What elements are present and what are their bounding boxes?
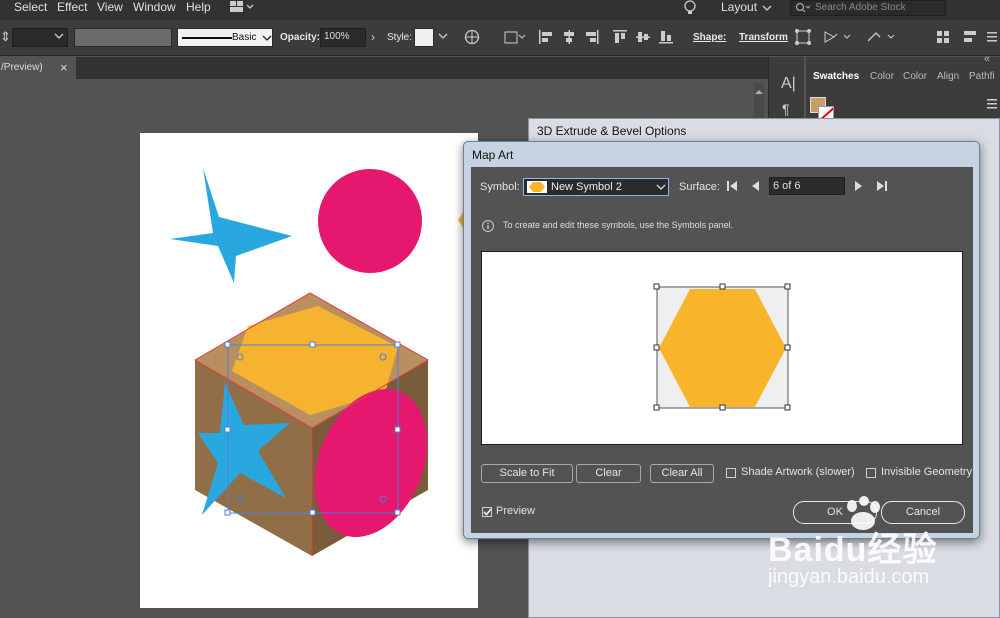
align-middle-icon[interactable] <box>635 29 651 48</box>
distribute-icon[interactable] <box>962 29 978 48</box>
surface-preview[interactable] <box>481 251 963 445</box>
circle-shape[interactable] <box>318 169 422 273</box>
brush-style-label: Basic <box>232 32 257 43</box>
document-tab-bar: /Preview) × <box>0 57 768 79</box>
tab-color-guide[interactable]: Color <box>903 69 927 89</box>
align-top-icon[interactable] <box>612 29 628 48</box>
search-stock-field[interactable]: Search Adobe Stock <box>790 0 946 16</box>
variable-width-profile[interactable] <box>74 28 172 47</box>
next-surface-icon[interactable] <box>853 180 863 195</box>
map-art-body: Symbol: New Symbol 2 Surface: 6 of 6 To … <box>471 167 973 533</box>
symbol-value: New Symbol 2 <box>551 181 622 193</box>
symbol-dropdown[interactable]: New Symbol 2 <box>523 178 669 196</box>
search-placeholder: Search Adobe Stock <box>815 2 906 13</box>
arrange-icon[interactable] <box>935 29 951 48</box>
workspace-switcher-icon[interactable] <box>230 1 254 12</box>
menu-bar: Select Effect View Window Help Layout Se… <box>0 0 1000 20</box>
last-surface-icon[interactable] <box>876 180 888 195</box>
chevron-down-icon <box>54 29 64 48</box>
character-panel-icon[interactable]: A| <box>781 75 796 93</box>
puppet-warp-icon[interactable] <box>822 29 854 48</box>
previous-surface-icon[interactable] <box>751 180 761 195</box>
stroke-weight-field[interactable] <box>12 28 68 47</box>
recolor-artwork-icon[interactable] <box>464 29 480 48</box>
panel-menu-icon[interactable] <box>986 97 998 114</box>
symbol-label: Symbol: <box>480 181 520 193</box>
reference-point-icon[interactable] <box>502 29 528 48</box>
preview-checkbox[interactable] <box>482 507 492 517</box>
search-icon <box>795 2 811 17</box>
info-text: To create and edit these symbols, use th… <box>503 220 734 230</box>
close-icon[interactable]: × <box>60 57 68 78</box>
menu-window[interactable]: Window <box>133 0 176 20</box>
document-tab-title: /Preview) <box>1 62 43 73</box>
symbol-thumbnail-icon <box>527 181 547 196</box>
first-surface-icon[interactable] <box>726 180 738 195</box>
collapse-panels-icon[interactable]: « <box>984 53 990 65</box>
scale-to-fit-button[interactable]: Scale to Fit <box>481 464 573 483</box>
map-art-title: Map Art <box>472 148 514 162</box>
menu-view[interactable]: View <box>97 0 123 20</box>
info-icon <box>481 219 495 236</box>
chevron-down-icon <box>762 3 772 15</box>
style-label: Style: <box>387 32 413 43</box>
invisible-geometry-checkbox[interactable] <box>866 468 876 478</box>
watermark-url: jingyan.baidu.com <box>768 566 930 588</box>
surface-field[interactable]: 6 of 6 <box>769 177 845 195</box>
shade-artwork-checkbox[interactable] <box>726 468 736 478</box>
stepper-icon[interactable]: ⇕ <box>0 29 11 45</box>
align-left-icon[interactable] <box>538 29 554 48</box>
opacity-field[interactable]: 100% <box>320 28 366 47</box>
preview-label: Preview <box>496 505 536 517</box>
tab-pathfinder[interactable]: Pathfi <box>969 69 995 89</box>
clear-button[interactable]: Clear <box>576 464 641 483</box>
isolate-object-icon[interactable] <box>794 28 812 49</box>
chevron-down-icon[interactable] <box>438 31 448 44</box>
transform-link[interactable]: Transform <box>739 32 788 43</box>
lightbulb-icon[interactable] <box>683 0 697 19</box>
watermark-brand: Baidu经验 <box>768 531 938 569</box>
tab-color[interactable]: Color <box>870 69 894 89</box>
clear-all-button[interactable]: Clear All <box>650 464 714 483</box>
graphic-style-swatch[interactable] <box>414 28 434 47</box>
extrude-bevel-title: 3D Extrude & Bevel Options <box>537 124 687 138</box>
shade-artwork-label: Shade Artwork (slower) <box>741 466 855 478</box>
layout-menu[interactable]: Layout <box>721 0 757 20</box>
star-shape[interactable] <box>170 168 292 283</box>
menu-select[interactable]: Select <box>14 0 47 20</box>
map-art-dialog: Map Art Symbol: New Symbol 2 Surface: 6 … <box>463 141 980 539</box>
control-bar: ⇕ Basic Opacity: 100% › Style: Shape: Tr… <box>0 20 1000 56</box>
chevron-down-icon <box>656 181 666 196</box>
align-right-icon[interactable] <box>584 29 600 48</box>
chevron-down-icon <box>262 31 272 48</box>
menu-effect[interactable]: Effect <box>57 0 87 20</box>
tab-swatches[interactable]: Swatches <box>813 69 859 89</box>
surface-label: Surface: <box>679 181 720 193</box>
shape-link[interactable]: Shape: <box>693 32 726 43</box>
panel-menu-icon[interactable] <box>986 29 998 48</box>
invisible-geometry-label: Invisible Geometry <box>881 466 973 478</box>
opacity-label: Opacity: <box>280 32 321 43</box>
align-bottom-icon[interactable] <box>658 29 674 48</box>
document-tab[interactable]: /Preview) × <box>0 57 76 79</box>
chevron-right-icon[interactable]: › <box>368 29 378 45</box>
warp-icon[interactable] <box>866 29 898 48</box>
align-center-icon[interactable] <box>561 29 577 48</box>
brush-definition-dropdown[interactable]: Basic <box>177 28 273 47</box>
paragraph-panel-icon[interactable]: ¶ <box>782 101 790 117</box>
artboard[interactable] <box>140 133 478 608</box>
tab-align[interactable]: Align <box>937 69 959 89</box>
baidu-watermark: Baidu经验 jingyan.baidu.com <box>748 492 1000 613</box>
menu-help[interactable]: Help <box>186 0 211 20</box>
